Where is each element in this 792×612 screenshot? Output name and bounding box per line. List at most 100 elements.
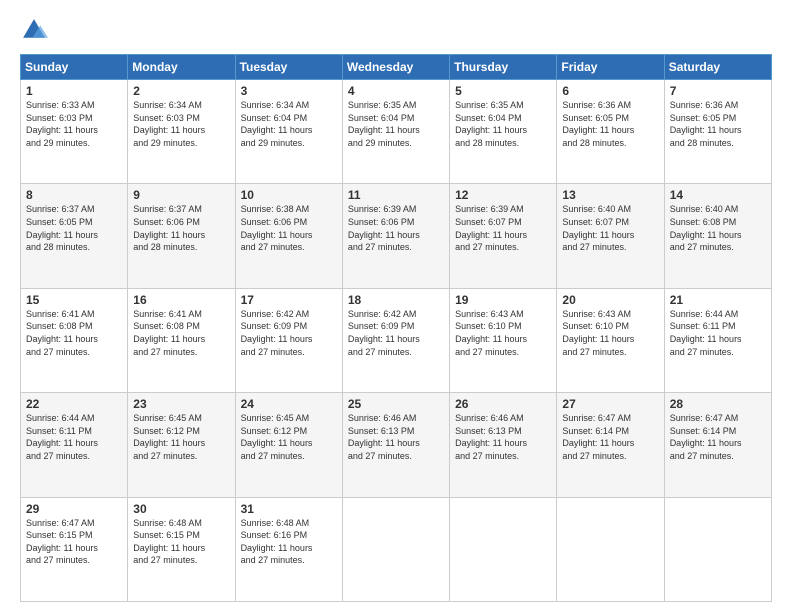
- day-info: Sunrise: 6:40 AMSunset: 6:08 PMDaylight:…: [670, 204, 742, 252]
- day-number: 12: [455, 188, 551, 202]
- day-info: Sunrise: 6:38 AMSunset: 6:06 PMDaylight:…: [241, 204, 313, 252]
- day-number: 14: [670, 188, 766, 202]
- day-info: Sunrise: 6:44 AMSunset: 6:11 PMDaylight:…: [670, 309, 742, 357]
- day-number: 6: [562, 84, 658, 98]
- day-number: 22: [26, 397, 122, 411]
- day-number: 23: [133, 397, 229, 411]
- calendar-cell: 7 Sunrise: 6:36 AMSunset: 6:05 PMDayligh…: [664, 80, 771, 184]
- day-info: Sunrise: 6:45 AMSunset: 6:12 PMDaylight:…: [241, 413, 313, 461]
- day-number: 3: [241, 84, 337, 98]
- day-info: Sunrise: 6:47 AMSunset: 6:14 PMDaylight:…: [562, 413, 634, 461]
- day-info: Sunrise: 6:41 AMSunset: 6:08 PMDaylight:…: [26, 309, 98, 357]
- calendar-cell: 6 Sunrise: 6:36 AMSunset: 6:05 PMDayligh…: [557, 80, 664, 184]
- day-number: 8: [26, 188, 122, 202]
- day-info: Sunrise: 6:36 AMSunset: 6:05 PMDaylight:…: [562, 100, 634, 148]
- day-number: 20: [562, 293, 658, 307]
- calendar-week-1: 1 Sunrise: 6:33 AMSunset: 6:03 PMDayligh…: [21, 80, 772, 184]
- day-number: 9: [133, 188, 229, 202]
- calendar-cell: 2 Sunrise: 6:34 AMSunset: 6:03 PMDayligh…: [128, 80, 235, 184]
- day-number: 31: [241, 502, 337, 516]
- calendar-cell: 16 Sunrise: 6:41 AMSunset: 6:08 PMDaylig…: [128, 288, 235, 392]
- logo: [20, 16, 52, 44]
- calendar-cell: 1 Sunrise: 6:33 AMSunset: 6:03 PMDayligh…: [21, 80, 128, 184]
- calendar-cell: 27 Sunrise: 6:47 AMSunset: 6:14 PMDaylig…: [557, 393, 664, 497]
- day-header-tuesday: Tuesday: [235, 55, 342, 80]
- day-number: 10: [241, 188, 337, 202]
- calendar-cell: 17 Sunrise: 6:42 AMSunset: 6:09 PMDaylig…: [235, 288, 342, 392]
- calendar-cell: 13 Sunrise: 6:40 AMSunset: 6:07 PMDaylig…: [557, 184, 664, 288]
- calendar-cell: 29 Sunrise: 6:47 AMSunset: 6:15 PMDaylig…: [21, 497, 128, 601]
- day-header-monday: Monday: [128, 55, 235, 80]
- calendar-cell: 21 Sunrise: 6:44 AMSunset: 6:11 PMDaylig…: [664, 288, 771, 392]
- day-number: 7: [670, 84, 766, 98]
- day-number: 13: [562, 188, 658, 202]
- day-number: 27: [562, 397, 658, 411]
- calendar-week-4: 22 Sunrise: 6:44 AMSunset: 6:11 PMDaylig…: [21, 393, 772, 497]
- calendar-cell: 19 Sunrise: 6:43 AMSunset: 6:10 PMDaylig…: [450, 288, 557, 392]
- day-info: Sunrise: 6:33 AMSunset: 6:03 PMDaylight:…: [26, 100, 98, 148]
- day-number: 2: [133, 84, 229, 98]
- day-info: Sunrise: 6:39 AMSunset: 6:06 PMDaylight:…: [348, 204, 420, 252]
- calendar-cell: 26 Sunrise: 6:46 AMSunset: 6:13 PMDaylig…: [450, 393, 557, 497]
- day-number: 17: [241, 293, 337, 307]
- day-info: Sunrise: 6:40 AMSunset: 6:07 PMDaylight:…: [562, 204, 634, 252]
- calendar-cell: 31 Sunrise: 6:48 AMSunset: 6:16 PMDaylig…: [235, 497, 342, 601]
- calendar-cell: 3 Sunrise: 6:34 AMSunset: 6:04 PMDayligh…: [235, 80, 342, 184]
- calendar-cell: 25 Sunrise: 6:46 AMSunset: 6:13 PMDaylig…: [342, 393, 449, 497]
- day-number: 11: [348, 188, 444, 202]
- calendar-cell: 22 Sunrise: 6:44 AMSunset: 6:11 PMDaylig…: [21, 393, 128, 497]
- calendar-cell: 24 Sunrise: 6:45 AMSunset: 6:12 PMDaylig…: [235, 393, 342, 497]
- logo-icon: [20, 16, 48, 44]
- calendar-table: SundayMondayTuesdayWednesdayThursdayFrid…: [20, 54, 772, 602]
- day-info: Sunrise: 6:47 AMSunset: 6:15 PMDaylight:…: [26, 518, 98, 566]
- day-info: Sunrise: 6:37 AMSunset: 6:05 PMDaylight:…: [26, 204, 98, 252]
- calendar-cell: 8 Sunrise: 6:37 AMSunset: 6:05 PMDayligh…: [21, 184, 128, 288]
- day-number: 19: [455, 293, 551, 307]
- day-info: Sunrise: 6:41 AMSunset: 6:08 PMDaylight:…: [133, 309, 205, 357]
- calendar-cell: [664, 497, 771, 601]
- day-number: 26: [455, 397, 551, 411]
- calendar-cell: 30 Sunrise: 6:48 AMSunset: 6:15 PMDaylig…: [128, 497, 235, 601]
- day-info: Sunrise: 6:47 AMSunset: 6:14 PMDaylight:…: [670, 413, 742, 461]
- day-info: Sunrise: 6:36 AMSunset: 6:05 PMDaylight:…: [670, 100, 742, 148]
- calendar-cell: 14 Sunrise: 6:40 AMSunset: 6:08 PMDaylig…: [664, 184, 771, 288]
- calendar-week-5: 29 Sunrise: 6:47 AMSunset: 6:15 PMDaylig…: [21, 497, 772, 601]
- day-number: 1: [26, 84, 122, 98]
- calendar-cell: 10 Sunrise: 6:38 AMSunset: 6:06 PMDaylig…: [235, 184, 342, 288]
- day-info: Sunrise: 6:43 AMSunset: 6:10 PMDaylight:…: [455, 309, 527, 357]
- calendar-cell: [450, 497, 557, 601]
- day-info: Sunrise: 6:42 AMSunset: 6:09 PMDaylight:…: [241, 309, 313, 357]
- day-header-sunday: Sunday: [21, 55, 128, 80]
- day-header-wednesday: Wednesday: [342, 55, 449, 80]
- calendar-cell: [342, 497, 449, 601]
- calendar-cell: 20 Sunrise: 6:43 AMSunset: 6:10 PMDaylig…: [557, 288, 664, 392]
- day-number: 5: [455, 84, 551, 98]
- day-info: Sunrise: 6:48 AMSunset: 6:16 PMDaylight:…: [241, 518, 313, 566]
- day-number: 4: [348, 84, 444, 98]
- day-number: 29: [26, 502, 122, 516]
- day-number: 18: [348, 293, 444, 307]
- calendar-week-2: 8 Sunrise: 6:37 AMSunset: 6:05 PMDayligh…: [21, 184, 772, 288]
- day-info: Sunrise: 6:35 AMSunset: 6:04 PMDaylight:…: [455, 100, 527, 148]
- page: SundayMondayTuesdayWednesdayThursdayFrid…: [0, 0, 792, 612]
- day-info: Sunrise: 6:34 AMSunset: 6:03 PMDaylight:…: [133, 100, 205, 148]
- calendar-week-3: 15 Sunrise: 6:41 AMSunset: 6:08 PMDaylig…: [21, 288, 772, 392]
- day-header-friday: Friday: [557, 55, 664, 80]
- day-info: Sunrise: 6:37 AMSunset: 6:06 PMDaylight:…: [133, 204, 205, 252]
- day-info: Sunrise: 6:48 AMSunset: 6:15 PMDaylight:…: [133, 518, 205, 566]
- day-number: 25: [348, 397, 444, 411]
- day-number: 21: [670, 293, 766, 307]
- calendar-cell: [557, 497, 664, 601]
- day-number: 24: [241, 397, 337, 411]
- day-number: 28: [670, 397, 766, 411]
- day-info: Sunrise: 6:46 AMSunset: 6:13 PMDaylight:…: [348, 413, 420, 461]
- header: [20, 16, 772, 44]
- calendar-cell: 11 Sunrise: 6:39 AMSunset: 6:06 PMDaylig…: [342, 184, 449, 288]
- calendar-cell: 28 Sunrise: 6:47 AMSunset: 6:14 PMDaylig…: [664, 393, 771, 497]
- day-number: 16: [133, 293, 229, 307]
- day-info: Sunrise: 6:43 AMSunset: 6:10 PMDaylight:…: [562, 309, 634, 357]
- day-header-thursday: Thursday: [450, 55, 557, 80]
- day-info: Sunrise: 6:45 AMSunset: 6:12 PMDaylight:…: [133, 413, 205, 461]
- day-info: Sunrise: 6:34 AMSunset: 6:04 PMDaylight:…: [241, 100, 313, 148]
- day-info: Sunrise: 6:42 AMSunset: 6:09 PMDaylight:…: [348, 309, 420, 357]
